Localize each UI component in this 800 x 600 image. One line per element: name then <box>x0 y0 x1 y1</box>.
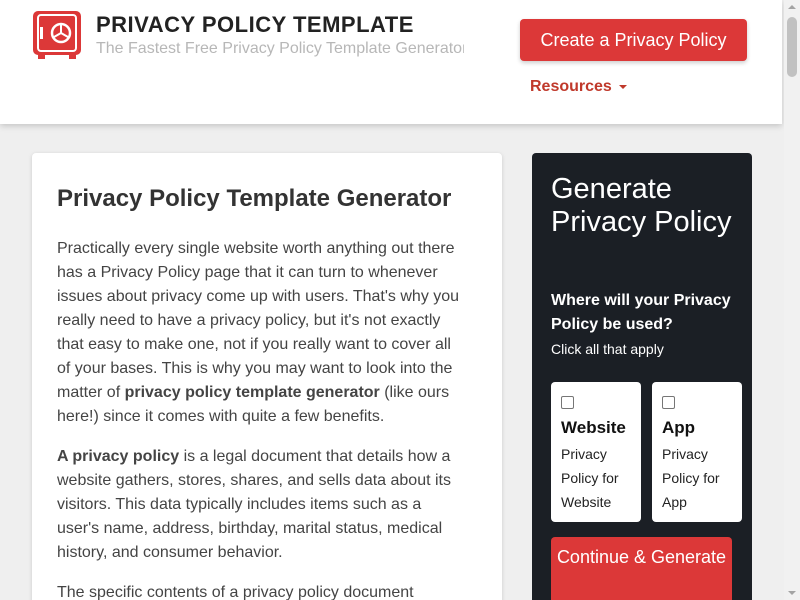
option-title: Website <box>561 418 626 437</box>
bold-phrase: privacy policy template generator <box>124 384 380 401</box>
safe-icon[interactable] <box>32 10 82 60</box>
article-card: Privacy Policy Template Generator Practi… <box>32 153 502 600</box>
option-website[interactable]: Website Privacy Policy for Website <box>551 382 641 522</box>
paragraph-1: Practically every single website worth a… <box>57 240 460 425</box>
usage-hint: Click all that apply <box>551 341 664 357</box>
site-tagline: The Fastest Free Privacy Policy Template… <box>96 40 464 57</box>
scroll-down-icon[interactable] <box>788 591 796 595</box>
option-app[interactable]: App Privacy Policy for App <box>652 382 742 522</box>
page: PRIVACY POLICY TEMPLATE The Fastest Free… <box>0 0 784 600</box>
paragraph-3: The specific contents of a privacy polic… <box>57 584 414 600</box>
vertical-scrollbar[interactable] <box>784 0 800 600</box>
resources-label: Resources <box>530 78 612 95</box>
caret-down-icon <box>618 85 627 89</box>
generator-sidebar: Generate Privacy Policy Where will your … <box>532 153 752 600</box>
paragraph-2: A privacy policy is a legal document tha… <box>57 448 451 561</box>
site-header: PRIVACY POLICY TEMPLATE The Fastest Free… <box>0 0 782 124</box>
article-body: Practically every single website worth a… <box>57 237 467 600</box>
scroll-thumb[interactable] <box>787 17 797 77</box>
continue-generate-button[interactable]: Continue & Generate <box>551 537 732 600</box>
sidebar-title: Generate Privacy Policy <box>551 173 732 238</box>
usage-question: Where will your Privacy Policy be used? <box>551 292 731 333</box>
article-title: Privacy Policy Template Generator <box>57 185 452 212</box>
option-description: Privacy Policy for Website <box>561 446 619 510</box>
site-title[interactable]: PRIVACY POLICY TEMPLATE <box>96 12 414 38</box>
website-checkbox[interactable] <box>561 396 574 409</box>
scroll-up-icon[interactable] <box>788 5 796 9</box>
create-privacy-policy-button[interactable]: Create a Privacy Policy <box>520 19 747 61</box>
resources-menu[interactable]: Resources <box>530 78 627 96</box>
app-checkbox[interactable] <box>662 396 675 409</box>
option-title: App <box>662 418 696 437</box>
bold-phrase: A privacy policy <box>57 448 180 465</box>
option-description: Privacy Policy for App <box>662 446 720 510</box>
